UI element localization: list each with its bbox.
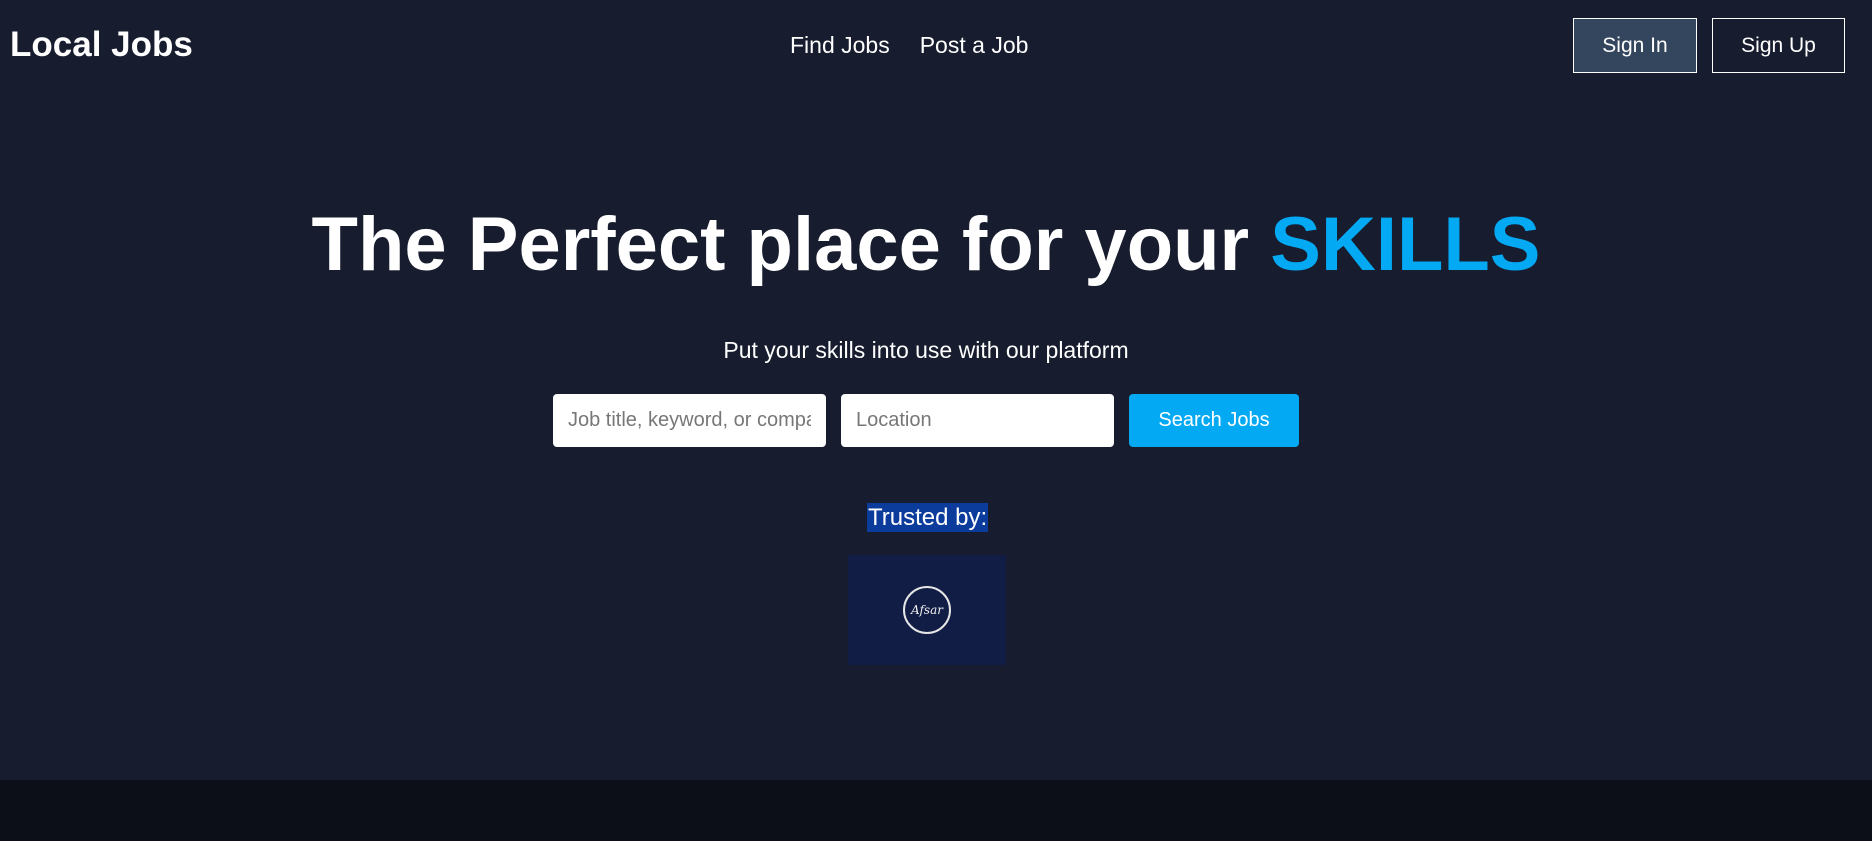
sign-up-button[interactable]: Sign Up xyxy=(1712,18,1845,73)
search-jobs-button[interactable]: Search Jobs xyxy=(1129,394,1299,447)
footer-band xyxy=(0,780,1872,841)
site-header: Local Jobs Find Jobs Post a Job Sign In … xyxy=(0,0,1872,90)
location-input[interactable] xyxy=(841,394,1114,447)
hero-subtitle: Put your skills into use with our platfo… xyxy=(723,337,1129,363)
hero-title-prefix: The Perfect place for your xyxy=(311,202,1250,287)
job-search-form: Search Jobs xyxy=(553,394,1299,447)
partner-logo-text: Afsar xyxy=(911,603,943,617)
nav-post-job-link[interactable]: Post a Job xyxy=(920,30,1029,60)
page: Local Jobs Find Jobs Post a Job Sign In … xyxy=(0,0,1872,841)
sign-in-button[interactable]: Sign In xyxy=(1573,18,1697,73)
hero-title-accent: SKILLS xyxy=(1270,202,1541,287)
brand-logo-text[interactable]: Local Jobs xyxy=(10,23,193,67)
circle-signature-logo-icon: Afsar xyxy=(903,586,951,634)
hero-title: The Perfect place for your SKILLS xyxy=(0,200,1852,290)
trusted-by-label: Trusted by: xyxy=(867,503,989,532)
nav-find-jobs-link[interactable]: Find Jobs xyxy=(790,30,890,60)
auth-buttons: Sign In Sign Up xyxy=(1573,18,1845,73)
partner-logo-tile: Afsar xyxy=(848,555,1006,665)
keyword-search-input[interactable] xyxy=(553,394,826,447)
main-nav: Find Jobs Post a Job xyxy=(790,30,1028,60)
